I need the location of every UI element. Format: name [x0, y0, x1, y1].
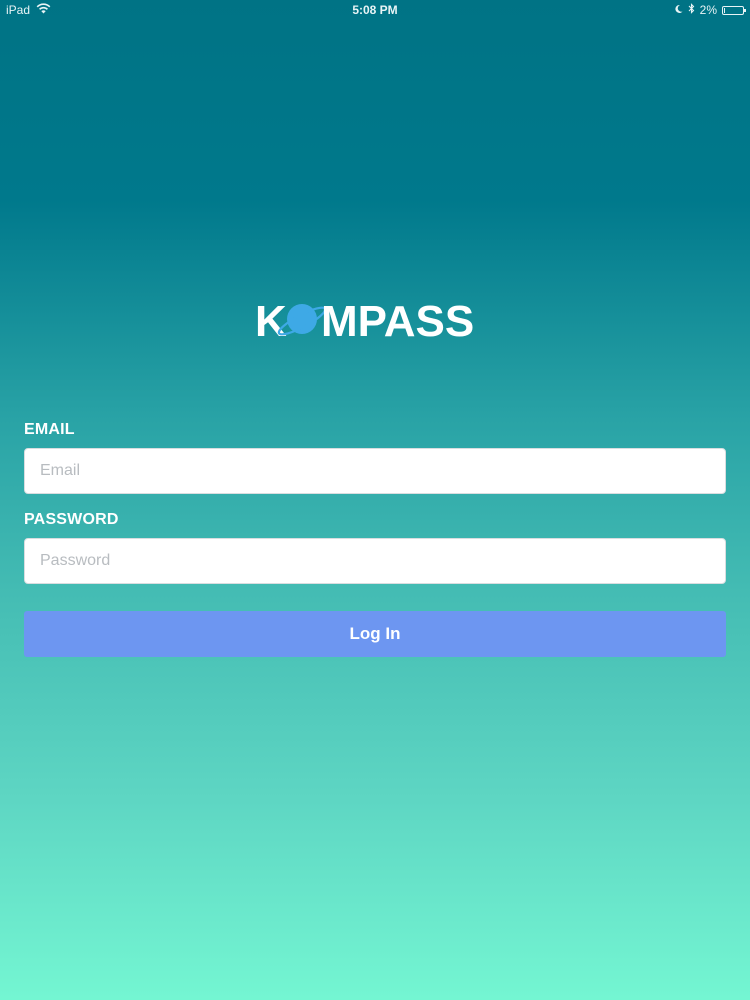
- email-label: EMAIL: [24, 421, 75, 438]
- battery-icon: [722, 5, 746, 15]
- app-logo: K MPASS KOMPASS: [0, 292, 750, 346]
- login-button[interactable]: Log In: [24, 611, 726, 657]
- bluetooth-icon: [688, 3, 695, 17]
- password-field[interactable]: [24, 538, 726, 584]
- status-bar: iPad 5:08 PM 2%: [0, 0, 750, 20]
- moon-icon: [674, 3, 683, 17]
- password-label: PASSWORD: [24, 511, 119, 528]
- email-field[interactable]: [24, 448, 726, 494]
- battery-percent: 2%: [699, 3, 717, 17]
- status-time: 5:08 PM: [352, 3, 398, 17]
- status-right: 2%: [674, 3, 746, 17]
- battery-fill: [724, 7, 725, 13]
- logo-rest: MPASS: [321, 297, 474, 346]
- logo-letter-k: K: [255, 297, 287, 346]
